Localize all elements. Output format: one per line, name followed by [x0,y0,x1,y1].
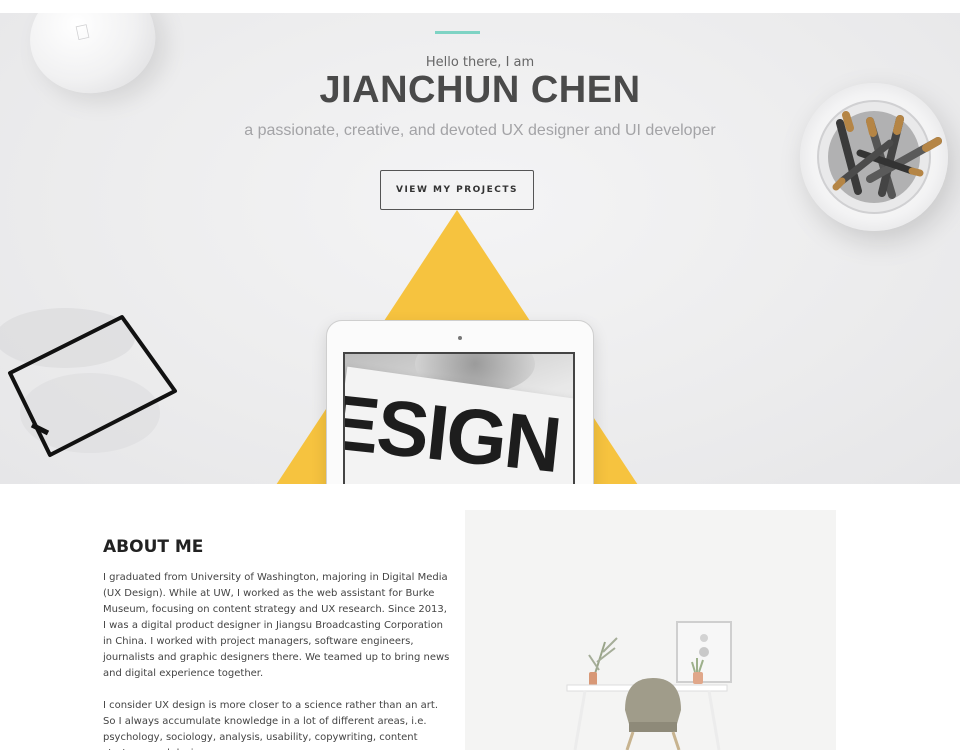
desk-scene-image [465,510,836,750]
top-bar [0,0,960,13]
about-paragraph: I graduated from University of Washingto… [103,572,450,679]
desk-photo [465,510,836,750]
accent-line [435,31,480,34]
page-title: JIANCHUN CHEN [319,69,641,111]
tagline-text: a passionate, creative, and devoted UX d… [244,122,716,139]
about-section: ABOUT ME I graduated from University of … [103,537,453,750]
tablet-device-image: ESIGN [326,320,594,484]
apple-logo-icon:  [71,21,95,46]
hero-section:  [0,13,960,484]
tablet-camera [458,336,462,340]
view-projects-button[interactable]: VIEW MY PROJECTS [380,170,534,210]
eyeglasses-image [0,308,177,457]
about-paragraph: I consider UX design is more closer to a… [103,700,439,750]
about-title: ABOUT ME [103,537,204,557]
greeting-text: Hello there, I am [425,55,535,70]
tablet-screen: ESIGN [343,352,575,484]
